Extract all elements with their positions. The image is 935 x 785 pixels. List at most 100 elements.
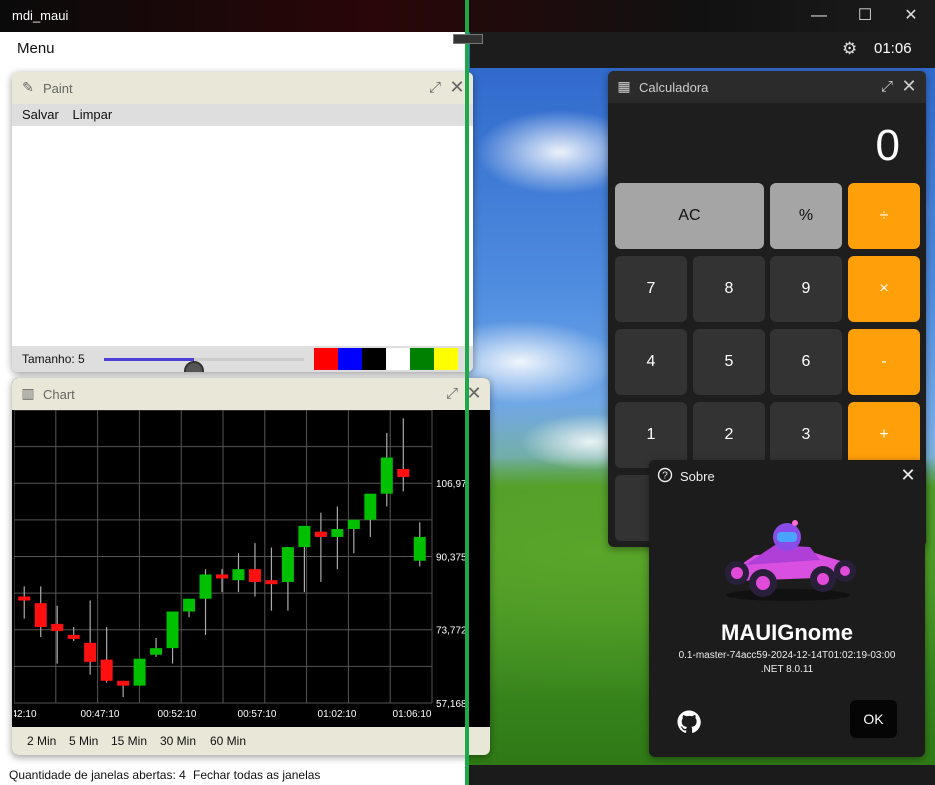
digit-7-button[interactable]: 7 bbox=[615, 256, 687, 322]
plus-button[interactable]: + bbox=[848, 402, 920, 468]
color-swatch-blue[interactable] bbox=[338, 348, 362, 370]
pencil-icon: ✎ bbox=[22, 79, 34, 95]
paint-title: Paint bbox=[43, 81, 73, 96]
chart-title-bar[interactable]: ▥ Chart ⤢ ✕ bbox=[12, 378, 490, 410]
candle-body bbox=[183, 598, 196, 612]
digit-6-button[interactable]: 6 bbox=[770, 329, 842, 395]
about-title: Sobre bbox=[680, 469, 715, 484]
candle-body bbox=[18, 596, 31, 601]
candle-body bbox=[281, 547, 294, 582]
digit-9-button[interactable]: 9 bbox=[770, 256, 842, 322]
calculator-title-bar[interactable]: ▦ Calculadora ⤢ ✕ bbox=[608, 71, 926, 103]
x-tick-label: 00:47:10 bbox=[81, 709, 120, 720]
y-tick-label: 106,97 bbox=[436, 479, 467, 490]
close-icon[interactable]: ✕ bbox=[448, 78, 466, 96]
y-tick-label: 73,772 bbox=[436, 626, 467, 637]
about-window: ? Sobre ✕ MAUIGnome 0.1-master-74acc59-2… bbox=[649, 460, 925, 757]
digit-3-button[interactable]: 3 bbox=[770, 402, 842, 468]
multiply-button[interactable]: × bbox=[848, 256, 920, 322]
percent-button[interactable]: % bbox=[770, 183, 842, 249]
paint-canvas[interactable] bbox=[12, 126, 473, 346]
color-swatch-yellow[interactable] bbox=[434, 348, 458, 370]
timeframe-5min[interactable]: 5 Min bbox=[69, 734, 98, 748]
top-toolbar bbox=[470, 32, 935, 68]
y-tick-label: 57,168 bbox=[436, 699, 467, 710]
size-label: Tamanho: 5 bbox=[22, 352, 85, 366]
pane-splitter[interactable] bbox=[465, 0, 469, 785]
ok-button[interactable]: OK bbox=[850, 700, 897, 738]
candle-body bbox=[51, 623, 64, 631]
maximize-icon[interactable]: ⤢ bbox=[878, 78, 896, 96]
candlestick-chart[interactable]: 106,97 90,375 73,772 57,168 42:10 00:47:10 00:… bbox=[14, 410, 488, 726]
status-bar: Quantidade de janelas abertas: 4 Fechar … bbox=[0, 765, 465, 785]
candle-body bbox=[364, 493, 377, 520]
x-tick-label: 00:57:10 bbox=[238, 709, 277, 720]
chart-window: ▥ Chart ⤢ ✕ 106,97 90,375 73,772 57,168 42:1… bbox=[12, 378, 490, 755]
candle-body bbox=[100, 659, 113, 681]
color-swatch-white[interactable] bbox=[386, 348, 410, 370]
race-car-logo bbox=[725, 520, 856, 601]
x-tick-label: 01:02:10 bbox=[318, 709, 357, 720]
y-tick-label: 90,375 bbox=[436, 552, 467, 563]
close-button[interactable]: ✕ bbox=[888, 0, 934, 32]
candle-body bbox=[150, 648, 163, 655]
svg-text:?: ? bbox=[662, 471, 668, 482]
chart-title: Chart bbox=[43, 387, 75, 402]
chart-background bbox=[14, 410, 488, 726]
close-icon[interactable]: ✕ bbox=[899, 466, 917, 484]
timeframe-30min[interactable]: 30 Min bbox=[160, 734, 196, 748]
digit-4-button[interactable]: 4 bbox=[615, 329, 687, 395]
candle-body bbox=[67, 634, 80, 639]
digit-2-button[interactable]: 2 bbox=[693, 402, 765, 468]
color-swatch-black[interactable] bbox=[362, 348, 386, 370]
x-tick-label: 42:10 bbox=[14, 709, 37, 720]
menu-button[interactable]: Menu bbox=[17, 40, 55, 57]
candle-body bbox=[34, 603, 47, 627]
close-all-button[interactable]: Fechar todas as janelas bbox=[193, 768, 320, 782]
maximize-button[interactable]: ☐ bbox=[842, 0, 888, 32]
minus-button[interactable]: - bbox=[848, 329, 920, 395]
calculator-title: Calculadora bbox=[639, 80, 709, 95]
minimize-button[interactable]: — bbox=[796, 0, 842, 32]
clear-menu-item[interactable]: Limpar bbox=[72, 107, 112, 122]
candle-body bbox=[380, 457, 393, 494]
divide-button[interactable]: ÷ bbox=[848, 183, 920, 249]
open-windows-count: Quantidade de janelas abertas: 4 bbox=[9, 768, 186, 782]
paint-window: ✎ Paint ⤢ ✕ Salvar Limpar Tamanho: 5 bbox=[12, 72, 473, 372]
candle-body bbox=[298, 525, 311, 548]
calculator-icon: ▦ bbox=[617, 78, 631, 94]
gear-icon[interactable]: ⚙ bbox=[842, 40, 860, 58]
app-name: MAUIGnome bbox=[721, 620, 853, 645]
splitter-handle[interactable] bbox=[453, 34, 483, 44]
candle-body bbox=[216, 574, 228, 579]
about-title-bar[interactable]: ? Sobre ✕ bbox=[649, 460, 925, 492]
color-swatch-red[interactable] bbox=[314, 348, 338, 370]
maximize-icon[interactable]: ⤢ bbox=[426, 79, 444, 97]
timeframe-15min[interactable]: 15 Min bbox=[111, 734, 147, 748]
timeframe-bar: 2 Min 5 Min 15 Min 30 Min 60 Min bbox=[12, 727, 490, 755]
x-tick-label: 01:06:10 bbox=[393, 709, 432, 720]
ac-button[interactable]: AC bbox=[615, 183, 764, 249]
candle-body bbox=[117, 680, 130, 686]
save-menu-item[interactable]: Salvar bbox=[22, 107, 59, 122]
timeframe-2min[interactable]: 2 Min bbox=[27, 734, 56, 748]
status-bar-right bbox=[469, 765, 935, 785]
digit-5-button[interactable]: 5 bbox=[693, 329, 765, 395]
paint-title-bar[interactable]: ✎ Paint ⤢ ✕ bbox=[12, 72, 473, 104]
maximize-icon[interactable]: ⤢ bbox=[443, 385, 461, 403]
github-icon[interactable] bbox=[677, 710, 701, 734]
candle-body bbox=[248, 569, 261, 582]
calculator-display: 0 bbox=[875, 121, 900, 170]
digit-8-button[interactable]: 8 bbox=[693, 256, 765, 322]
candle-body bbox=[265, 580, 278, 585]
timeframe-60min[interactable]: 60 Min bbox=[210, 734, 246, 748]
digit-1-button[interactable]: 1 bbox=[615, 402, 687, 468]
candle-body bbox=[331, 529, 344, 537]
color-swatch-green[interactable] bbox=[410, 348, 434, 370]
size-slider[interactable] bbox=[104, 358, 304, 372]
app-title: mdi_maui bbox=[12, 8, 69, 23]
dotnet-version: .NET 8.0.11 bbox=[760, 664, 814, 675]
slider-knob[interactable] bbox=[184, 361, 204, 372]
close-icon[interactable]: ✕ bbox=[900, 77, 918, 95]
candle-body bbox=[413, 536, 426, 561]
